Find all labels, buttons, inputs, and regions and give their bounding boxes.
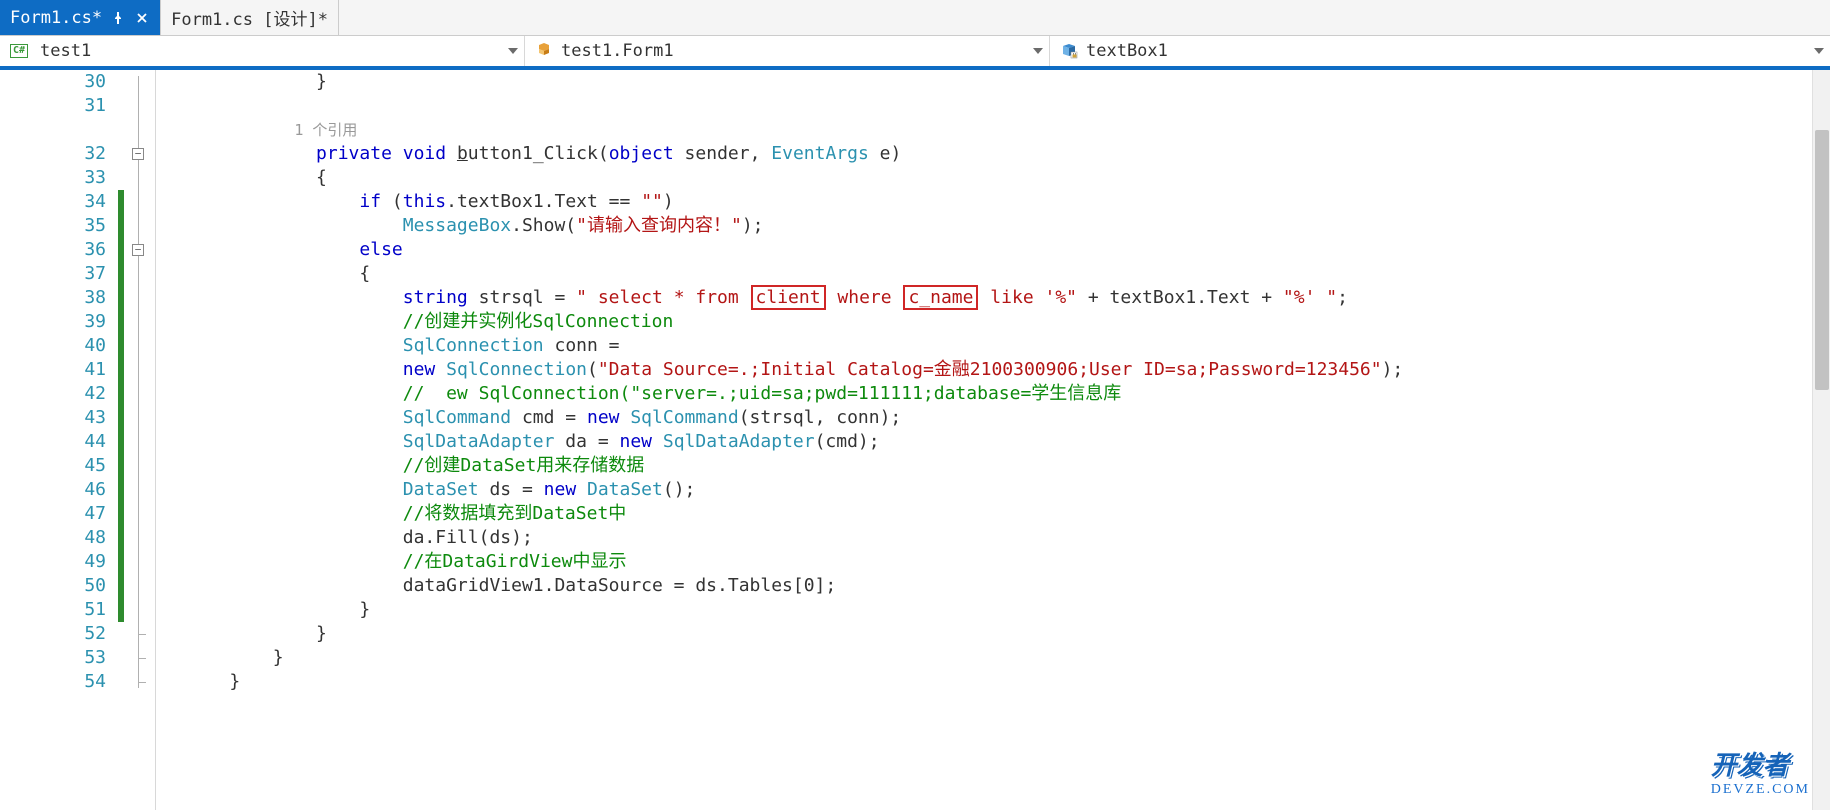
code-line[interactable]: string strsql = " select * from client w… [186, 286, 1830, 310]
nav-namespace-label: test1 [40, 41, 91, 61]
code-line[interactable]: //创建并实例化SqlConnection [186, 310, 1830, 334]
line-number-gutter: 3031 323334353637383940414243444546474849… [0, 70, 118, 810]
line-number: 43 [0, 406, 106, 430]
nav-member[interactable]: textBox1 [1050, 36, 1830, 66]
line-number: 31 [0, 94, 106, 118]
code-line[interactable]: MessageBox.Show("请输入查询内容！"); [186, 214, 1830, 238]
line-number: 30 [0, 70, 106, 94]
change-bar [118, 190, 124, 622]
pin-icon[interactable] [110, 10, 126, 26]
nav-namespace[interactable]: C# test1 [0, 36, 525, 66]
code-line[interactable]: } [186, 670, 1830, 694]
vertical-scrollbar[interactable] [1812, 70, 1830, 810]
codelens-reference[interactable]: 1 个引用 [186, 121, 357, 139]
nav-class[interactable]: test1.Form1 [525, 36, 1050, 66]
line-number: 48 [0, 526, 106, 550]
code-line[interactable]: SqlCommand cmd = new SqlCommand(strsql, … [186, 406, 1830, 430]
code-line[interactable] [186, 94, 1830, 118]
line-number: 41 [0, 358, 106, 382]
code-line[interactable]: else [186, 238, 1830, 262]
change-indicator-gutter [118, 70, 128, 810]
code-line[interactable]: if (this.textBox1.Text == "") [186, 190, 1830, 214]
tab-label: Form1.cs* [10, 8, 102, 28]
code-line[interactable]: //在DataGirdView中显示 [186, 550, 1830, 574]
scrollbar-thumb[interactable] [1815, 130, 1829, 390]
code-line[interactable]: SqlConnection conn = [186, 334, 1830, 358]
code-line[interactable]: // ew SqlConnection("server=.;uid=sa;pwd… [186, 382, 1830, 406]
code-area[interactable]: } 1 个引用 private void button1_Click(objec… [156, 70, 1830, 810]
field-icon [1060, 43, 1078, 59]
folding-gutter: −− [128, 70, 156, 810]
code-line[interactable]: dataGridView1.DataSource = ds.Tables[0]; [186, 574, 1830, 598]
class-icon [535, 43, 553, 59]
chevron-down-icon [508, 48, 518, 54]
line-number: 39 [0, 310, 106, 334]
line-number: 45 [0, 454, 106, 478]
code-line[interactable]: da.Fill(ds); [186, 526, 1830, 550]
line-number: 46 [0, 478, 106, 502]
tab-bar: Form1.cs* Form1.cs [设计]* [0, 0, 1830, 36]
code-line[interactable]: //创建DataSet用来存储数据 [186, 454, 1830, 478]
line-number: 40 [0, 334, 106, 358]
line-number: 53 [0, 646, 106, 670]
code-line[interactable]: } [186, 646, 1830, 670]
code-line[interactable]: private void button1_Click(object sender… [186, 142, 1830, 166]
line-number: 37 [0, 262, 106, 286]
fold-toggle[interactable]: − [132, 244, 144, 256]
navigation-bar: C# test1 test1.Form1 textBox1 [0, 36, 1830, 70]
line-number: 35 [0, 214, 106, 238]
line-number: 34 [0, 190, 106, 214]
code-line[interactable]: SqlDataAdapter da = new SqlDataAdapter(c… [186, 430, 1830, 454]
code-line[interactable]: } [186, 598, 1830, 622]
line-number: 38 [0, 286, 106, 310]
fold-toggle[interactable]: − [132, 148, 144, 160]
line-number: 51 [0, 598, 106, 622]
line-number: 32 [0, 142, 106, 166]
code-line[interactable]: } [186, 70, 1830, 94]
code-line[interactable]: { [186, 262, 1830, 286]
code-line[interactable]: { [186, 166, 1830, 190]
line-number: 54 [0, 670, 106, 694]
code-line[interactable]: new SqlConnection("Data Source=.;Initial… [186, 358, 1830, 382]
line-number: 47 [0, 502, 106, 526]
code-line[interactable]: DataSet ds = new DataSet(); [186, 478, 1830, 502]
line-number: 52 [0, 622, 106, 646]
line-number: 33 [0, 166, 106, 190]
line-number: 42 [0, 382, 106, 406]
csharp-icon: C# [10, 44, 28, 58]
line-number: 44 [0, 430, 106, 454]
code-line[interactable]: //将数据填充到DataSet中 [186, 502, 1830, 526]
chevron-down-icon [1033, 48, 1043, 54]
line-number: 49 [0, 550, 106, 574]
tab-label: Form1.cs [设计]* [171, 5, 328, 30]
close-icon[interactable] [134, 10, 150, 26]
code-line[interactable]: } [186, 622, 1830, 646]
nav-class-label: test1.Form1 [561, 41, 674, 61]
chevron-down-icon [1814, 48, 1824, 54]
tab-form1-design[interactable]: Form1.cs [设计]* [161, 0, 339, 35]
code-editor[interactable]: 3031 323334353637383940414243444546474849… [0, 70, 1830, 810]
line-number: 36 [0, 238, 106, 262]
tab-form1-cs[interactable]: Form1.cs* [0, 0, 161, 35]
nav-member-label: textBox1 [1086, 41, 1168, 61]
line-number: 50 [0, 574, 106, 598]
